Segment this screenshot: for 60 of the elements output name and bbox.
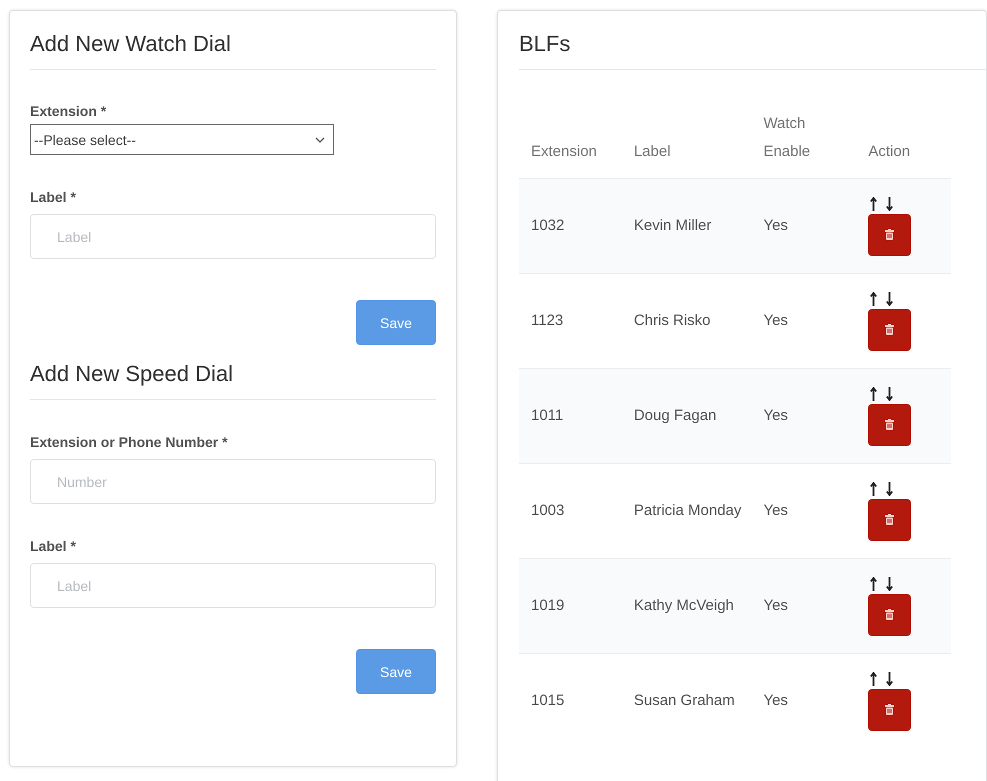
input-field[interactable]: Number [30,459,436,504]
arrow-down-icon[interactable] [886,482,894,496]
arrow-up-icon[interactable] [870,482,878,496]
delete-button[interactable] [868,688,912,730]
arrow-up-icon[interactable] [870,386,878,400]
arrow-down-icon[interactable] [886,292,894,306]
column-header: Action [868,143,910,160]
table-cell: 1123 [531,312,564,329]
column-header: Extension [531,143,597,160]
table-cell: 1032 [531,217,564,234]
arrow-up-icon[interactable] [870,576,878,590]
input-field[interactable]: Label [30,563,436,608]
save-button[interactable]: Save [356,300,436,345]
table-cell: Chris Risko [634,312,711,329]
column-header: Watch Enable [763,115,810,160]
arrow-down-icon[interactable] [886,672,894,686]
select-field[interactable]: --Please select-- [30,124,334,155]
chevron-down-icon [315,136,325,142]
table-cell: Doug Fagan [634,407,716,424]
table-cell: 1015 [531,692,564,709]
section-title: BLFs [519,31,986,70]
section-title: Add New Speed Dial [30,361,436,400]
table-cell: Yes [763,597,788,614]
table-cell: 1011 [531,407,564,424]
arrow-up-icon[interactable] [870,672,878,686]
section-title: Add New Watch Dial [30,31,436,70]
field-label: Label * [30,538,77,554]
field-label: Extension or Phone Number * [30,434,229,450]
trash-icon [885,704,894,715]
table-cell: Yes [763,692,788,709]
table-cell: Yes [763,217,788,234]
column-header: Label [634,143,671,160]
table-cell: Yes [763,407,788,424]
arrow-down-icon[interactable] [886,196,894,210]
delete-button[interactable] [868,214,912,256]
trash-icon [885,229,894,240]
trash-icon [885,514,894,525]
trash-icon [885,419,894,430]
trash-icon [885,324,894,335]
arrow-up-icon[interactable] [870,292,878,306]
arrow-down-icon[interactable] [886,576,894,590]
table-cell: Patricia Monday [634,502,742,519]
table-cell: Kevin Miller [634,217,712,234]
table-cell: Susan Graham [634,692,735,709]
table-cell: Yes [763,312,788,329]
arrow-up-icon[interactable] [870,196,878,210]
table-cell: 1003 [531,502,564,519]
field-label: Extension * [30,103,108,119]
field-label: Label * [30,189,77,205]
delete-button[interactable] [868,308,912,350]
save-button[interactable]: Save [356,649,436,694]
table-cell: Yes [763,502,788,519]
input-field[interactable]: Label [30,214,436,259]
delete-button[interactable] [868,594,912,636]
table-cell: Kathy McVeigh [634,597,734,614]
arrow-down-icon[interactable] [886,386,894,400]
delete-button[interactable] [868,404,912,446]
table-cell: 1019 [531,597,564,614]
delete-button[interactable] [868,498,912,540]
trash-icon [885,609,894,620]
